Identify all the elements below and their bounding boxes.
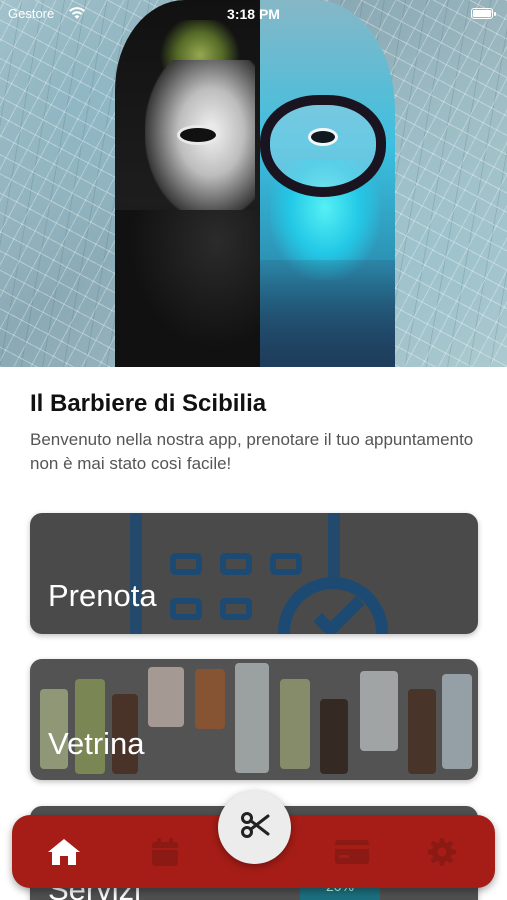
credit-card-icon [334, 839, 370, 865]
page-title: Il Barbiere di Scibilia [30, 390, 267, 417]
book-appointment-fab[interactable] [218, 791, 291, 864]
tab-home[interactable] [34, 815, 94, 888]
calendar-icon [151, 837, 179, 867]
tab-calendar[interactable] [135, 815, 195, 888]
page-subtitle: Benvenuto nella nostra app, prenotare il… [30, 430, 474, 473]
home-icon [46, 837, 82, 867]
tab-settings[interactable] [412, 815, 472, 888]
clock: 3:18 PM [227, 6, 280, 22]
prenota-label: Prenota [48, 578, 157, 613]
hero-face-right [260, 0, 395, 367]
battery-icon [471, 8, 496, 19]
status-bar: Gestore 3:18 PM [0, 0, 507, 28]
hero-face-left [115, 0, 260, 367]
hero-image [0, 0, 507, 367]
gear-icon [427, 837, 457, 867]
scissors-icon [240, 810, 270, 845]
prenota-card[interactable]: Prenota [30, 513, 478, 634]
tab-payments[interactable] [322, 815, 382, 888]
vetrina-card[interactable]: Vetrina [30, 659, 478, 780]
vetrina-label: Vetrina [48, 726, 145, 761]
